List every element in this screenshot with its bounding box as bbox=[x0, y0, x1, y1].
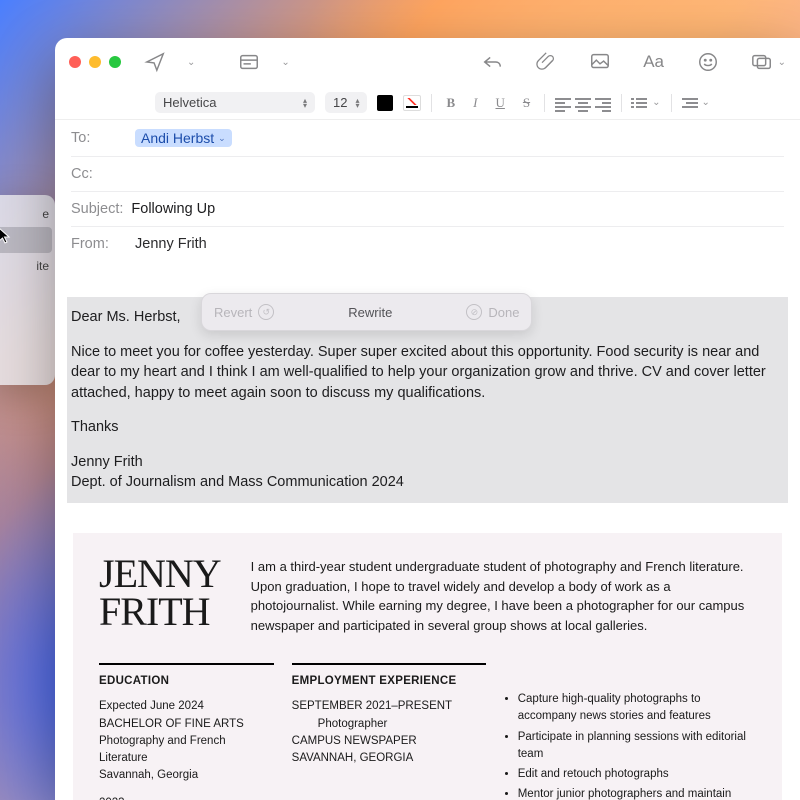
resume-education-col: EDUCATION Expected June 2024 BACHELOR OF… bbox=[99, 663, 274, 800]
emoji-button[interactable] bbox=[694, 48, 722, 76]
text-highlight-swatch[interactable] bbox=[403, 95, 421, 111]
from-value: Jenny Frith bbox=[135, 236, 207, 252]
body-paragraph: Nice to meet you for coffee yesterday. S… bbox=[71, 342, 780, 404]
emp-line: Photographer bbox=[292, 716, 486, 733]
mail-compose-window: ⌄ ⌄ Aa bbox=[55, 38, 800, 800]
edu-line: Expected June 2024 bbox=[99, 698, 274, 715]
emp-line: CAMPUS NEWSPAPER bbox=[292, 733, 486, 750]
divider bbox=[544, 94, 545, 112]
header-fields: To: Andi Herbst ⌄ Cc: Subject: Following… bbox=[55, 120, 800, 261]
resume-intro: I am a third-year student undergraduate … bbox=[251, 555, 756, 635]
popover-item-selected[interactable] bbox=[0, 227, 52, 253]
resume-bullet: Edit and retouch photographs bbox=[518, 766, 756, 783]
rewrite-title: Rewrite bbox=[288, 305, 452, 320]
recipient-pill[interactable]: Andi Herbst ⌄ bbox=[135, 129, 232, 147]
resume-name-last: FRITH bbox=[99, 593, 221, 631]
subject-label: Subject: bbox=[71, 201, 123, 217]
body-thanks: Thanks bbox=[71, 417, 780, 438]
divider bbox=[671, 94, 672, 112]
text-style-button[interactable]: Aa bbox=[640, 48, 668, 76]
italic-button[interactable]: I bbox=[469, 95, 481, 111]
body-signature-dept: Dept. of Journalism and Mass Communicati… bbox=[71, 472, 780, 493]
to-field-row[interactable]: To: Andi Herbst ⌄ bbox=[71, 120, 784, 157]
insert-image-button[interactable] bbox=[586, 48, 614, 76]
underline-button[interactable]: U bbox=[492, 95, 509, 111]
resume-bullet: Mentor junior photographers and maintain… bbox=[518, 786, 756, 800]
indent-menu-chevron-icon[interactable]: ⌄ bbox=[702, 97, 710, 108]
photos-menu-chevron-icon[interactable]: ⌄ bbox=[778, 57, 786, 68]
cc-label: Cc: bbox=[71, 166, 127, 182]
window-controls bbox=[69, 56, 121, 68]
zoom-window-button[interactable] bbox=[109, 56, 121, 68]
from-field-row[interactable]: From: Jenny Frith bbox=[71, 227, 784, 261]
bold-button[interactable]: B bbox=[442, 95, 459, 111]
to-label: To: bbox=[71, 130, 127, 146]
text-color-swatch[interactable] bbox=[377, 95, 393, 111]
recipient-chevron-icon[interactable]: ⌄ bbox=[218, 133, 226, 144]
header-menu-chevron-icon[interactable]: ⌄ bbox=[281, 57, 289, 68]
emp-line: SEPTEMBER 2021–PRESENT bbox=[292, 698, 486, 715]
list-button[interactable] bbox=[632, 96, 648, 110]
education-heading: EDUCATION bbox=[99, 673, 274, 690]
stepper-icon: ▴▾ bbox=[355, 98, 359, 108]
edu-line: 2023 bbox=[99, 795, 274, 800]
popover-item[interactable]: e bbox=[0, 201, 55, 227]
font-family-value: Helvetica bbox=[163, 95, 216, 110]
resume-bullets-col: Capture high-quality photographs to acco… bbox=[504, 663, 756, 800]
resume-bullet: Capture high-quality photographs to acco… bbox=[518, 691, 756, 726]
align-right-button[interactable] bbox=[595, 96, 611, 110]
emp-line: SAVANNAH, GEORGIA bbox=[292, 750, 486, 767]
resume-employment-col: EMPLOYMENT EXPERIENCE SEPTEMBER 2021–PRE… bbox=[292, 663, 486, 800]
align-center-button[interactable] bbox=[575, 96, 591, 110]
edu-line: BACHELOR OF FINE ARTS bbox=[99, 716, 274, 733]
revert-button[interactable]: Revert ↺ bbox=[214, 304, 274, 320]
header-fields-button[interactable] bbox=[235, 48, 263, 76]
attachment-resume: JENNY FRITH I am a third-year student un… bbox=[73, 533, 782, 800]
minimize-window-button[interactable] bbox=[89, 56, 101, 68]
from-label: From: bbox=[71, 236, 127, 252]
send-menu-chevron-icon[interactable]: ⌄ bbox=[187, 57, 195, 68]
rewrite-toolbar: Revert ↺ Rewrite ⊘ Done bbox=[201, 293, 532, 331]
subject-value: Following Up bbox=[131, 201, 215, 217]
photos-browser-button[interactable] bbox=[748, 48, 776, 76]
indent-button[interactable] bbox=[682, 96, 698, 110]
popover-item[interactable]: ite bbox=[0, 253, 55, 279]
font-size-select[interactable]: 12 ▴▾ bbox=[325, 92, 367, 113]
revert-icon: ↺ bbox=[258, 304, 274, 320]
body-signature-name: Jenny Frith bbox=[71, 452, 780, 473]
edu-line: Savannah, Georgia bbox=[99, 767, 274, 784]
close-window-button[interactable] bbox=[69, 56, 81, 68]
send-button[interactable] bbox=[141, 48, 169, 76]
edu-line: Photography and French Literature bbox=[99, 733, 274, 768]
resume-bullet: Participate in planning sessions with ed… bbox=[518, 729, 756, 764]
cc-field-row[interactable]: Cc: bbox=[71, 157, 784, 192]
recipient-name: Andi Herbst bbox=[141, 130, 214, 146]
reply-button[interactable] bbox=[478, 48, 506, 76]
done-button[interactable]: ⊘ Done bbox=[466, 304, 519, 320]
titlebar: ⌄ ⌄ Aa bbox=[55, 38, 800, 86]
font-size-value: 12 bbox=[333, 95, 347, 110]
stepper-icon: ▴▾ bbox=[303, 98, 307, 108]
align-left-button[interactable] bbox=[555, 96, 571, 110]
divider bbox=[431, 94, 432, 112]
done-label: Done bbox=[488, 305, 519, 320]
writing-tools-popover: e ite bbox=[0, 195, 55, 385]
employment-heading: EMPLOYMENT EXPERIENCE bbox=[292, 673, 486, 690]
strike-button[interactable]: S bbox=[519, 95, 534, 111]
list-menu-chevron-icon[interactable]: ⌄ bbox=[652, 97, 660, 108]
subject-field-row[interactable]: Subject: Following Up bbox=[71, 192, 784, 227]
font-family-select[interactable]: Helvetica ▴▾ bbox=[155, 92, 315, 113]
done-icon: ⊘ bbox=[466, 304, 482, 320]
revert-label: Revert bbox=[214, 305, 252, 320]
divider bbox=[621, 94, 622, 112]
resume-name-first: JENNY bbox=[99, 555, 221, 593]
format-bar: Helvetica ▴▾ 12 ▴▾ B I U S ⌄ ⌄ bbox=[55, 86, 800, 120]
attach-button[interactable] bbox=[532, 48, 560, 76]
